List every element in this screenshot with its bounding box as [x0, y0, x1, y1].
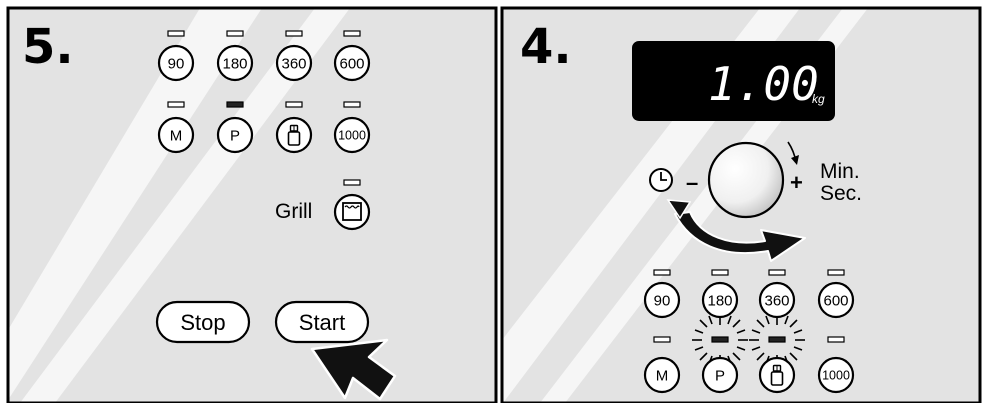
power-button-label: 360: [281, 56, 306, 73]
weight-icon: [287, 124, 301, 146]
dial-minus-label: –: [686, 170, 698, 195]
indicator-lit: [226, 101, 244, 108]
right-panel: 4. 1.00 kg – + Min. Sec. 90 180 360 600 …: [500, 6, 982, 403]
weight-display: 1.00 kg: [632, 41, 835, 121]
left-panel: 5. 90 180 360 600 M P 1000 Grill Stop St…: [6, 6, 498, 403]
mode-button-label: P: [715, 368, 725, 385]
control-dial[interactable]: [707, 141, 785, 219]
grill-label: Grill: [275, 200, 312, 223]
indicator-lit: [711, 336, 729, 343]
power-button-label: 600: [339, 56, 364, 73]
dial-sec-label: Sec.: [820, 182, 862, 205]
dial-min-label: Min.: [820, 160, 860, 183]
mode-button-label: 1000: [822, 369, 850, 383]
start-button[interactable]: Start: [274, 300, 370, 344]
grill-icon: [342, 202, 362, 221]
power-button-label: 180: [707, 293, 732, 310]
power-button-label: 360: [764, 293, 789, 310]
power-button-label: 180: [222, 56, 247, 73]
step-number: 5.: [22, 19, 74, 75]
display-value: 1.00: [708, 57, 819, 111]
stop-button[interactable]: Stop: [155, 300, 251, 344]
indicator-lit: [768, 336, 786, 343]
mode-button-label: P: [230, 128, 240, 145]
instruction-figure: 5. 90 180 360 600 M P 1000 Grill Stop St…: [6, 6, 982, 403]
dial-plus-label: +: [790, 170, 803, 195]
mode-button-label: M: [656, 368, 669, 385]
stop-button-label: Stop: [180, 310, 225, 335]
display-unit: kg: [812, 92, 825, 106]
clock-icon: [649, 168, 673, 192]
power-button-label: 90: [168, 56, 185, 73]
step-number: 4.: [520, 19, 572, 75]
power-button-label: 90: [654, 293, 671, 310]
mode-button-label: M: [170, 128, 183, 145]
mode-button-label: 1000: [338, 129, 366, 143]
power-button-label: 600: [823, 293, 848, 310]
start-button-label: Start: [299, 310, 345, 335]
weight-icon: [770, 364, 784, 386]
